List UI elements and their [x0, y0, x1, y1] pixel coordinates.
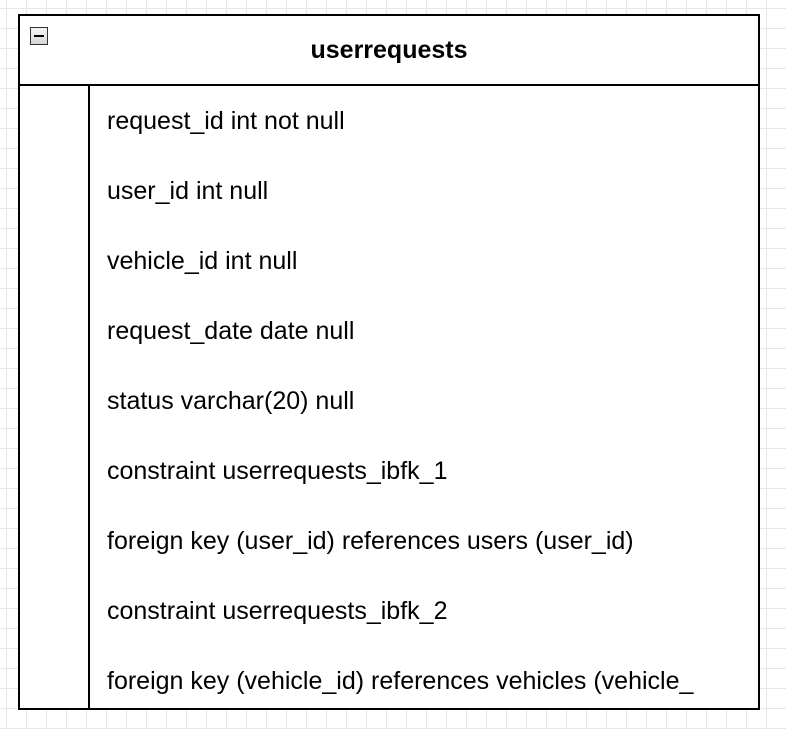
- table-row[interactable]: request_date date null: [107, 296, 758, 366]
- row-list: request_id int not null user_id int null…: [107, 86, 758, 708]
- table-body: request_id int not null user_id int null…: [20, 86, 758, 708]
- table-row[interactable]: user_id int null: [107, 156, 758, 226]
- table-row[interactable]: constraint userrequests_ibfk_2: [107, 576, 758, 646]
- table-row[interactable]: foreign key (vehicle_id) references vehi…: [107, 646, 758, 708]
- table-row[interactable]: foreign key (user_id) references users (…: [107, 506, 758, 576]
- entity-table-userrequests[interactable]: userrequests request_id int not null use…: [18, 14, 760, 710]
- table-row[interactable]: vehicle_id int null: [107, 226, 758, 296]
- table-row[interactable]: request_id int not null: [107, 86, 758, 156]
- column-divider: [88, 86, 90, 708]
- table-row[interactable]: status varchar(20) null: [107, 366, 758, 436]
- table-title: userrequests: [310, 36, 468, 64]
- table-header: userrequests: [20, 16, 758, 86]
- table-row[interactable]: constraint userrequests_ibfk_1: [107, 436, 758, 506]
